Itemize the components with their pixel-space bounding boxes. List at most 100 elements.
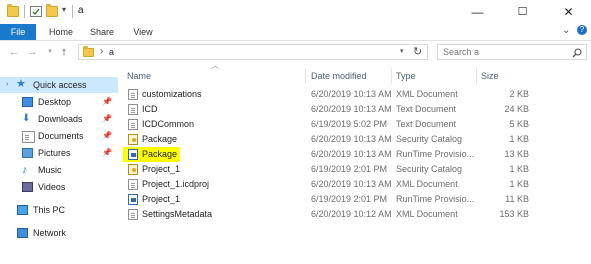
path-segment[interactable]: a	[109, 47, 114, 57]
help-icon[interactable]: ?	[577, 25, 587, 35]
tab-home[interactable]: Home	[46, 24, 76, 40]
path-separator-icon[interactable]: ›	[100, 46, 103, 57]
column-header-type[interactable]: Type	[396, 69, 416, 83]
nav-item-label: Network	[33, 228, 67, 238]
music-icon: ♪	[22, 164, 28, 176]
nav-item-documents[interactable]: Documents 📌	[0, 128, 118, 144]
address-bar[interactable]: › a ▾ ↻	[78, 44, 428, 60]
column-divider[interactable]	[476, 68, 477, 84]
minimize-button[interactable]: —	[455, 0, 500, 24]
file-row[interactable]: Project_1 6/19/2019 2:01 PM RunTime Prov…	[123, 192, 563, 207]
customize-toolbar-icon[interactable]: ▾	[62, 5, 66, 14]
documents-icon	[22, 131, 35, 143]
column-header-date-modified[interactable]: Date modified	[311, 69, 367, 83]
file-type: RunTime Provisio...	[396, 149, 475, 159]
file-name: Project_1	[142, 194, 181, 204]
nav-item-label: Desktop	[38, 97, 72, 107]
address-dropdown-icon[interactable]: ▾	[400, 47, 404, 55]
file-row[interactable]: Project_1.icdproj 6/20/2019 10:13 AM XML…	[123, 177, 563, 192]
nav-item-downloads[interactable]: ⬇ Downloads 📌	[0, 111, 118, 127]
tab-share[interactable]: Share	[87, 24, 117, 40]
nav-item-music[interactable]: ♪ Music	[0, 162, 118, 178]
close-button[interactable]: ✕	[546, 0, 591, 24]
file-size: 1 KB	[509, 134, 529, 144]
file-row[interactable]: Package 6/20/2019 10:13 AM Security Cata…	[123, 132, 563, 147]
nav-item-desktop[interactable]: Desktop 📌	[0, 94, 118, 110]
pictures-icon	[22, 148, 33, 158]
file-name: ICDCommon	[142, 119, 195, 129]
new-folder-icon[interactable]	[46, 4, 58, 17]
nav-item-network[interactable]: Network	[0, 225, 118, 241]
file-type: Text Document	[396, 119, 457, 129]
window-title: a	[78, 5, 84, 16]
file-name: ICD	[142, 104, 158, 114]
file-size: 11 KB	[505, 194, 529, 204]
pin-icon[interactable]: 📌	[102, 128, 112, 144]
tab-file[interactable]: File	[0, 24, 36, 40]
file-date: 6/20/2019 10:13 AM	[311, 179, 392, 189]
column-divider[interactable]	[305, 68, 306, 84]
file-name: Project_1	[142, 164, 181, 174]
search-icon	[572, 48, 582, 58]
file-type: XML Document	[396, 179, 458, 189]
search-box[interactable]: Search a	[437, 44, 587, 60]
xml-file-icon	[128, 89, 138, 100]
provisioning-package-icon	[128, 149, 138, 160]
column-header-size[interactable]: Size	[481, 69, 499, 83]
file-row[interactable]: ICDCommon 6/19/2019 5:02 PM Text Documen…	[123, 117, 563, 132]
desktop-icon	[22, 97, 33, 107]
nav-item-label: Quick access	[33, 80, 87, 90]
chevron-right-icon[interactable]: ›	[6, 77, 8, 93]
file-date: 6/20/2019 10:13 AM	[311, 149, 392, 159]
nav-item-quick-access[interactable]: › ★ Quick access	[0, 77, 118, 93]
file-row[interactable]: customizations 6/20/2019 10:13 AM XML Do…	[123, 87, 563, 102]
ribbon-tabs: File Home Share View ⌄ ?	[0, 24, 591, 41]
text-file-icon	[128, 119, 138, 130]
maximize-button[interactable]: ☐	[500, 0, 545, 24]
file-name: Package	[142, 134, 178, 144]
recent-locations-button[interactable]: ▾	[44, 45, 56, 59]
column-divider[interactable]	[391, 68, 392, 84]
tab-view[interactable]: View	[128, 24, 158, 40]
file-row-highlighted[interactable]: Package 6/20/2019 10:13 AM RunTime Provi…	[123, 147, 563, 162]
file-type: Text Document	[396, 104, 457, 114]
text-file-icon	[128, 104, 138, 115]
network-icon	[17, 228, 28, 238]
xml-file-icon	[128, 209, 138, 220]
file-size: 5 KB	[509, 119, 529, 129]
title-bar: ▾ a — ☐ ✕	[0, 0, 591, 25]
expand-ribbon-icon[interactable]: ⌄	[562, 25, 570, 36]
nav-item-label: Documents	[38, 131, 84, 141]
pin-icon[interactable]: 📌	[102, 111, 112, 127]
file-date: 6/20/2019 10:13 AM	[311, 104, 392, 114]
file-type: RunTime Provisio...	[396, 194, 475, 204]
column-header-name[interactable]: Name	[127, 69, 151, 83]
forward-button[interactable]: →	[26, 45, 38, 59]
file-date: 6/19/2019 2:01 PM	[311, 194, 388, 204]
nav-item-label: Pictures	[38, 148, 71, 158]
file-row[interactable]: ICD 6/20/2019 10:13 AM Text Document 24 …	[123, 102, 563, 117]
sort-ascending-icon: ︿	[211, 61, 219, 70]
divider	[24, 5, 25, 18]
nav-item-videos[interactable]: Videos	[0, 179, 118, 195]
nav-item-label: This PC	[33, 205, 66, 215]
folder-icon	[83, 46, 94, 57]
file-date: 6/20/2019 10:13 AM	[311, 134, 392, 144]
file-size: 2 KB	[509, 89, 529, 99]
nav-item-this-pc[interactable]: This PC	[0, 202, 118, 218]
file-row[interactable]: SettingsMetadata 6/20/2019 10:12 AM XML …	[123, 207, 563, 222]
pin-icon[interactable]: 📌	[102, 145, 112, 161]
properties-icon[interactable]	[30, 6, 42, 17]
star-icon: ★	[16, 78, 26, 90]
search-input[interactable]: Search a	[443, 47, 479, 57]
refresh-icon[interactable]: ↻	[413, 45, 422, 58]
divider	[72, 5, 73, 18]
nav-item-pictures[interactable]: Pictures 📌	[0, 145, 118, 161]
file-name: SettingsMetadata	[142, 209, 213, 219]
xml-file-icon	[128, 179, 138, 190]
file-row[interactable]: Project_1 6/19/2019 2:01 PM Security Cat…	[123, 162, 563, 177]
up-button[interactable]: ↑	[58, 45, 70, 59]
back-button[interactable]: ←	[8, 45, 20, 59]
file-size: 1 KB	[509, 164, 529, 174]
pin-icon[interactable]: 📌	[102, 94, 112, 110]
